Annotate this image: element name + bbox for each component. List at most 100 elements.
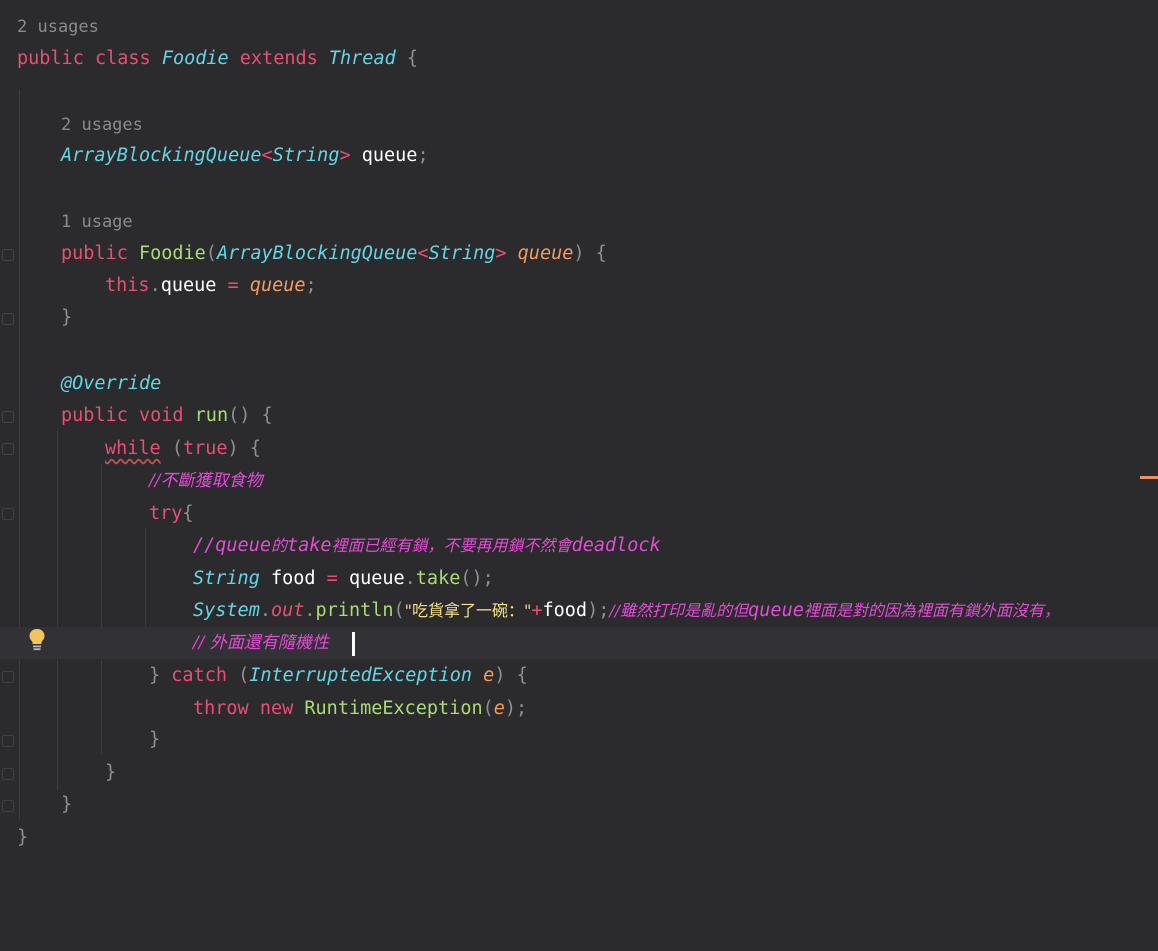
code-line[interactable]: } — [0, 724, 1158, 756]
code-line[interactable]: } — [0, 302, 1158, 334]
punctuation: } — [149, 729, 161, 750]
code-line[interactable]: 1 usage — [0, 206, 1158, 238]
punctuation: ( — [482, 698, 494, 719]
code-line[interactable]: ArrayBlockingQueue<String> queue; — [0, 140, 1158, 172]
punctuation: } — [149, 665, 172, 686]
comment-text: //雖然打印是亂的但 — [609, 601, 749, 620]
punctuation: { — [406, 48, 418, 69]
code-text: public Foodie(ArrayBlockingQueue<String>… — [61, 238, 607, 270]
field-name: queue — [361, 145, 418, 166]
method-name: take — [415, 568, 461, 589]
operator: > — [339, 145, 351, 166]
code-line[interactable]: } — [0, 757, 1158, 789]
code-text: try{ — [149, 498, 194, 530]
code-line[interactable]: throw new RuntimeException(e); — [0, 693, 1158, 725]
code-line[interactable]: this.queue = queue; — [0, 270, 1158, 302]
code-line[interactable]: //不斷獲取食物 — [0, 465, 1158, 497]
code-line[interactable]: public void run() { — [0, 400, 1158, 432]
text-caret — [352, 632, 355, 656]
keyword: this — [105, 275, 150, 296]
error-stripe-marker[interactable] — [1140, 476, 1158, 479]
comment: // 外面還有隨機性 — [193, 633, 329, 653]
punctuation: (); — [460, 568, 494, 589]
operator: > — [495, 243, 507, 264]
type-name: String — [272, 145, 340, 166]
method-name: run — [194, 405, 229, 426]
lightbulb-icon[interactable] — [27, 627, 47, 653]
usage-hint[interactable]: 2 usages — [17, 11, 99, 43]
punctuation: ( — [226, 665, 250, 686]
param-name: e — [493, 698, 505, 719]
punctuation: ; — [305, 275, 317, 296]
code-line[interactable]: @Override — [0, 368, 1158, 400]
comment-text: //queue — [193, 535, 271, 556]
punctuation: . — [149, 275, 161, 296]
usage-hint[interactable]: 2 usages — [61, 109, 143, 141]
code-text: throw new RuntimeException(e); — [193, 693, 527, 725]
usage-hint[interactable]: 1 usage — [61, 206, 133, 238]
code-line[interactable]: } — [0, 789, 1158, 821]
code-line-current[interactable]: // 外面還有隨機性 — [0, 627, 1158, 659]
type-name: InterruptedException — [249, 665, 473, 686]
operator: + — [531, 600, 543, 621]
code-text: } catch (InterruptedException e) { — [149, 660, 528, 692]
method-name: println — [315, 600, 394, 621]
operator: < — [417, 243, 429, 264]
keyword: public — [61, 243, 128, 264]
punctuation: } — [17, 827, 29, 848]
code-line[interactable]: } catch (InterruptedException e) { — [0, 660, 1158, 692]
param-name: queue — [249, 275, 306, 296]
class-name: Foodie — [161, 48, 229, 69]
code-line[interactable]: 2 usages — [0, 11, 1158, 43]
type-name: String — [428, 243, 496, 264]
keyword: throw — [193, 698, 249, 719]
code-editor[interactable]: 2 usages public class Foodie extends Thr… — [0, 0, 1158, 951]
static-field: out — [270, 600, 305, 621]
field-name: queue — [160, 275, 217, 296]
punctuation: ); — [504, 698, 528, 719]
comment-text: 的 — [270, 536, 287, 555]
code-text: public class Foodie extends Thread { — [17, 43, 418, 75]
method-name: Foodie — [138, 243, 206, 264]
punctuation: ( — [171, 438, 183, 459]
code-text: String food = queue.take(); — [193, 563, 494, 595]
code-line[interactable]: public Foodie(ArrayBlockingQueue<String>… — [0, 238, 1158, 270]
string-literal: "吃貨拿了一碗：" — [404, 601, 532, 620]
comment-text: 裡面是對的因為裡面有鎖外面沒有， — [803, 601, 1060, 620]
operator: = — [326, 568, 338, 589]
keyword: new — [259, 698, 294, 719]
punctuation: ( — [393, 600, 405, 621]
comment-text: take — [286, 535, 332, 556]
keyword-warning[interactable]: while — [105, 438, 161, 459]
code-line[interactable]: System.out.println("吃貨拿了一碗："+food);//雖然打… — [0, 595, 1158, 627]
comment-text: queue — [748, 600, 804, 621]
punctuation: } — [61, 794, 73, 815]
variable-name: food — [270, 568, 316, 589]
punctuation: } — [61, 307, 73, 328]
code-line[interactable]: public class Foodie extends Thread { — [0, 43, 1158, 75]
comment: //queue的take裡面已經有鎖，不要再用鎖不然會deadlock — [193, 530, 661, 562]
code-line[interactable]: try{ — [0, 498, 1158, 530]
keyword: public — [17, 48, 84, 69]
punctuation: ) { — [573, 243, 607, 264]
punctuation: () { — [228, 405, 273, 426]
code-line[interactable]: String food = queue.take(); — [0, 563, 1158, 595]
type-name: ArrayBlockingQueue — [61, 145, 262, 166]
comment: //不斷獲取食物 — [149, 471, 263, 491]
code-line[interactable]: //queue的take裡面已經有鎖，不要再用鎖不然會deadlock — [0, 530, 1158, 562]
param-name: e — [483, 665, 495, 686]
code-text: this.queue = queue; — [105, 270, 317, 302]
punctuation: ( — [205, 243, 217, 264]
punctuation: { — [182, 503, 194, 524]
type-name: ArrayBlockingQueue — [216, 243, 418, 264]
code-text: ArrayBlockingQueue<String> queue; — [61, 140, 429, 172]
punctuation: ) { — [494, 665, 528, 686]
code-line[interactable]: while (true) { — [0, 433, 1158, 465]
code-line[interactable]: 2 usages — [0, 109, 1158, 141]
comment: //雖然打印是亂的但queue裡面是對的因為裡面有鎖外面沒有， — [609, 600, 1060, 621]
keyword: try — [149, 503, 183, 524]
punctuation: } — [105, 762, 117, 783]
code-line[interactable]: } — [0, 822, 1158, 854]
punctuation: . — [259, 600, 271, 621]
punctuation: ; — [417, 145, 429, 166]
